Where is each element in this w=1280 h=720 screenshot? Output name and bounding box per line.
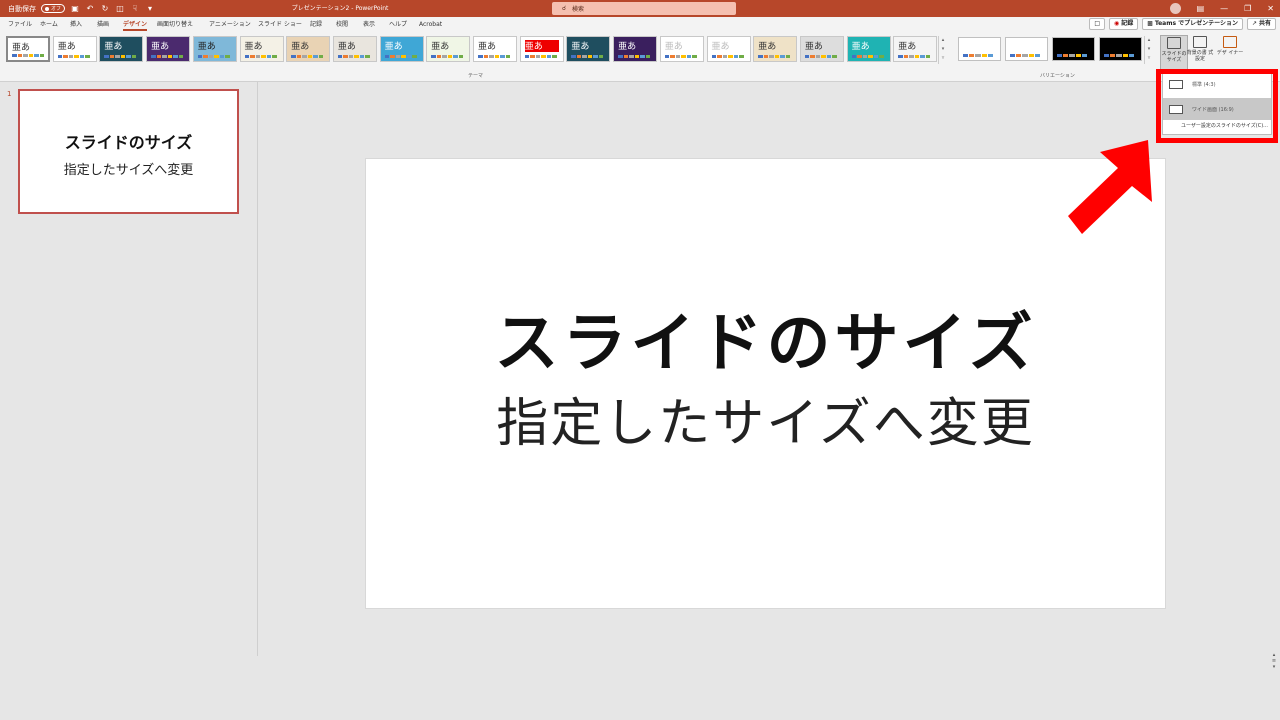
highlight-box xyxy=(1156,69,1278,143)
tab-transitions[interactable]: 画面切り替え xyxy=(157,17,193,32)
teams-present-button[interactable]: ▩ Teams でプレゼンテーション xyxy=(1142,18,1244,30)
theme-sample-text: 亜あ xyxy=(851,42,870,52)
avatar[interactable] xyxy=(1169,3,1181,14)
tab-insert[interactable]: 挿入 xyxy=(70,17,82,32)
theme-sample-text: 亜あ xyxy=(804,42,823,52)
theme-sample-text: 亜あ xyxy=(244,42,263,52)
theme-thumbnail[interactable]: 亜あ xyxy=(473,36,517,62)
title-bar: 自動保存 オフ ▣ ↶ ↻ ◫ ☟ ▾ プレゼンテーション2 - PowerPo… xyxy=(0,0,1280,17)
search-icon: ☌ xyxy=(562,5,567,12)
theme-sample-text: 亜あ xyxy=(337,42,356,52)
thumbnail-subtitle: 指定したサイズへ変更 xyxy=(63,163,194,178)
vertical-scrollbar[interactable]: ▴ ≡ ▾ xyxy=(1270,652,1278,670)
theme-sample-text: 亜あ xyxy=(431,42,450,52)
slide-canvas[interactable]: スライドのサイズ 指定したサイズへ変更 xyxy=(365,158,1166,609)
theme-sample-text: 亜あ xyxy=(57,42,76,52)
theme-sample-text: 亜あ xyxy=(197,42,216,52)
tab-animations[interactable]: アニメーション xyxy=(209,17,251,32)
format-background-icon xyxy=(1193,36,1207,48)
theme-sample-text: 亜あ xyxy=(291,42,310,52)
theme-sample-text: 亜あ xyxy=(151,42,170,52)
theme-thumbnail[interactable]: 亜あ xyxy=(379,36,424,62)
theme-thumbnail[interactable]: 亜あ xyxy=(332,36,377,62)
theme-sample-text: 亜あ xyxy=(664,42,683,52)
theme-thumbnail[interactable]: 亜あ xyxy=(99,36,144,62)
tab-acrobat[interactable]: Acrobat xyxy=(419,17,442,32)
tab-draw[interactable]: 描画 xyxy=(97,17,109,32)
close-icon[interactable]: ✕ xyxy=(1267,4,1274,13)
share-icon: ↗ xyxy=(1252,20,1258,27)
slide-subtitle[interactable]: 指定したサイズへ変更 xyxy=(366,392,1165,456)
slide-number: 1 xyxy=(7,90,12,98)
theme-thumbnail[interactable]: 亜あ xyxy=(426,36,471,62)
variant-2[interactable] xyxy=(1005,37,1048,61)
search-input[interactable]: ☌ 検索 xyxy=(552,2,736,15)
theme-sample-text: 亜あ xyxy=(384,42,403,52)
tab-home[interactable]: ホーム xyxy=(40,17,58,32)
slide-thumbnail-pane: 1 スライドのサイズ 指定したサイズへ変更 xyxy=(0,82,258,656)
variant-3[interactable] xyxy=(1052,37,1095,61)
record-icon: ◉ xyxy=(1114,20,1120,27)
theme-thumbnail[interactable]: 亜あ xyxy=(893,36,938,62)
annotation-arrow-icon xyxy=(1068,140,1152,234)
tab-design[interactable]: デザイン xyxy=(123,17,148,32)
tab-help[interactable]: ヘルプ xyxy=(389,17,407,32)
search-placeholder: 検索 xyxy=(572,6,585,13)
designer-button[interactable]: デザ イナー xyxy=(1216,35,1244,73)
theme-thumbnail[interactable]: 亜あ xyxy=(239,36,284,62)
comment-icon: □ xyxy=(1094,20,1101,27)
theme-thumbnail[interactable]: 亜あ xyxy=(6,36,50,62)
variants-group-label: バリエーション xyxy=(1040,73,1075,79)
comments-button[interactable]: □ xyxy=(1089,18,1106,30)
format-background-button[interactable]: 背景の書 式設定 xyxy=(1186,35,1214,73)
theme-sample-text: 亜あ xyxy=(12,43,31,53)
tab-slideshow[interactable]: スライド ショー xyxy=(258,17,302,32)
theme-thumbnail[interactable]: 亜あ xyxy=(706,36,751,62)
theme-thumbnail[interactable]: 亜あ xyxy=(52,36,97,62)
theme-sample-text: 亜あ xyxy=(618,42,637,52)
tab-view[interactable]: 表示 xyxy=(363,17,375,32)
theme-sample-text: 亜あ xyxy=(478,42,497,52)
theme-sample-text: 亜あ xyxy=(711,42,730,52)
slide-title[interactable]: スライドのサイズ xyxy=(366,304,1165,384)
variant-4[interactable] xyxy=(1099,37,1142,61)
theme-thumbnail[interactable]: 亜あ xyxy=(146,36,191,62)
theme-thumbnail[interactable]: 亜あ xyxy=(566,36,611,62)
slide-size-button[interactable]: スライドの サイズ xyxy=(1160,35,1188,73)
designer-icon xyxy=(1223,36,1237,48)
theme-thumbnail[interactable]: 亜あ xyxy=(799,36,844,62)
theme-thumbnail[interactable]: 亜あ xyxy=(192,36,237,62)
themes-group-label: テーマ xyxy=(468,73,484,79)
tab-file[interactable]: ファイル xyxy=(8,17,32,32)
theme-sample-text: 亜あ xyxy=(571,42,590,52)
restore-icon[interactable]: ❐ xyxy=(1244,4,1251,13)
share-button[interactable]: ↗ 共有 xyxy=(1247,18,1276,30)
theme-thumbnail[interactable]: 亜あ xyxy=(753,36,798,62)
theme-sample-text: 亜あ xyxy=(104,42,123,52)
theme-sample-text: 亜あ xyxy=(524,42,543,52)
slide-size-icon xyxy=(1167,37,1181,49)
theme-thumbnail[interactable]: 亜あ xyxy=(519,36,564,62)
slide-thumbnail[interactable]: スライドのサイズ 指定したサイズへ変更 xyxy=(18,89,239,214)
theme-gallery-scroll[interactable]: ▴ ▾ ▿ xyxy=(938,36,947,64)
variant-1[interactable] xyxy=(958,37,1001,61)
theme-sample-text: 亜あ xyxy=(758,42,777,52)
theme-thumbnail[interactable]: 亜あ xyxy=(613,36,658,62)
theme-thumbnail[interactable]: 亜あ xyxy=(846,36,891,62)
ribbon-display-options-icon[interactable]: ▤ xyxy=(1197,4,1205,13)
teams-icon: ▩ xyxy=(1147,20,1153,27)
thumbnail-title: スライドのサイズ xyxy=(64,133,193,152)
record-button[interactable]: ◉ 記録 xyxy=(1109,18,1139,30)
tab-record[interactable]: 記録 xyxy=(310,17,322,32)
variant-gallery-scroll[interactable]: ▴ ▾ ▿ xyxy=(1144,36,1153,64)
theme-thumbnail[interactable]: 亜あ xyxy=(659,36,704,62)
tab-review[interactable]: 校閲 xyxy=(336,17,348,32)
ribbon-tabs: ファイル ホーム 挿入 描画 デザイン 画面切り替え アニメーション スライド … xyxy=(0,17,1280,32)
ribbon: 亜あ 亜あ 亜あ 亜あ 亜あ 亜あ 亜あ 亜あ 亜あ 亜あ 亜あ 亜あ 亜あ 亜あ 亜あ 亜あ 亜あ 亜あ 亜あ 亜あ… xyxy=(0,32,1280,82)
theme-thumbnail[interactable]: 亜あ xyxy=(286,36,331,62)
theme-sample-text: 亜あ xyxy=(898,42,917,52)
minimize-icon[interactable]: — xyxy=(1220,4,1228,13)
